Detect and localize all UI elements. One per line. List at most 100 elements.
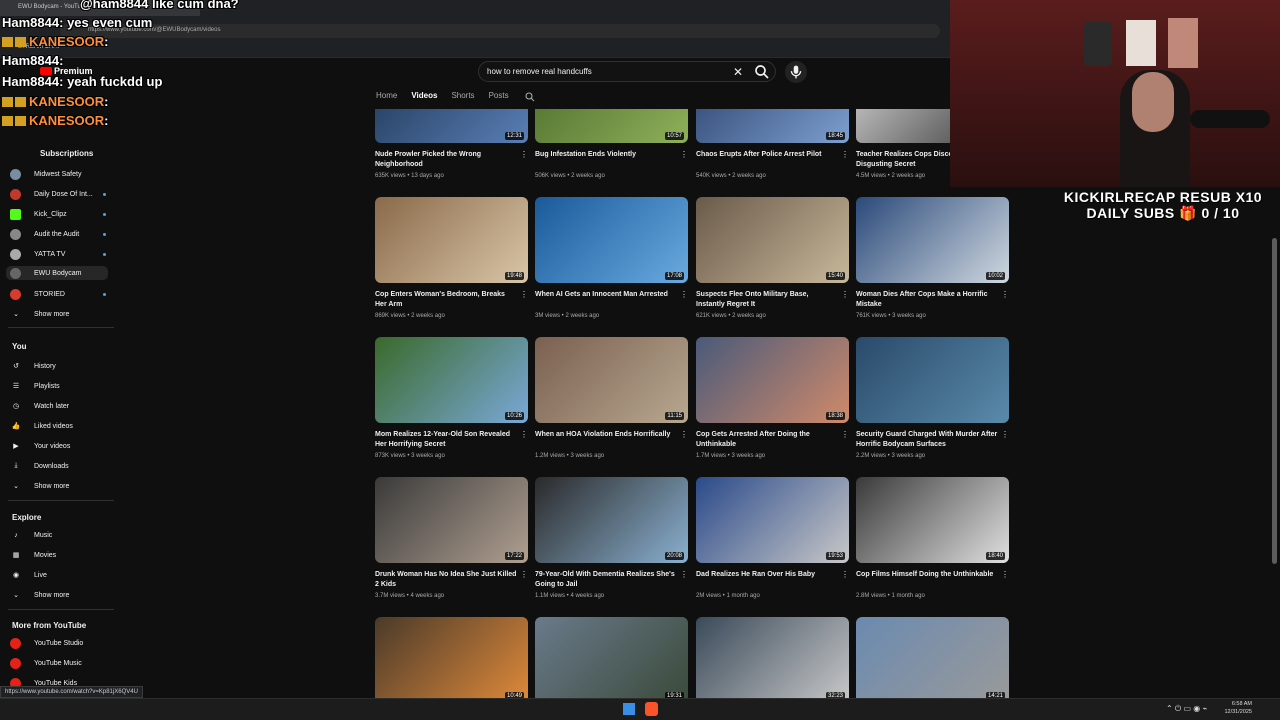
clear-search-icon[interactable]: ✕ xyxy=(733,65,743,79)
video-duration: 17:08 xyxy=(664,272,684,280)
video-title[interactable]: When an HOA Violation Ends Horrifically xyxy=(535,430,677,440)
chat-badges-icon xyxy=(2,116,26,126)
search-input[interactable]: how to remove real handcuffs ✕ xyxy=(478,61,776,82)
more-options-icon[interactable]: ⋮ xyxy=(520,150,528,159)
video-meta: 761K views • 3 weeks ago xyxy=(856,313,926,319)
video-title[interactable]: Mom Realizes 12-Year-Old Son Revealed He… xyxy=(375,430,517,449)
more-options-icon[interactable]: ⋮ xyxy=(680,290,688,299)
video-thumbnail[interactable]: 17:08 xyxy=(535,197,688,283)
voice-search-button[interactable] xyxy=(785,61,807,83)
video-thumbnail[interactable]: 32:23 xyxy=(696,617,849,698)
video-thumbnail[interactable]: 18:40 xyxy=(856,477,1009,563)
tab-shorts[interactable]: Shorts xyxy=(451,91,474,105)
video-thumbnail[interactable] xyxy=(856,337,1009,423)
webcam-feed xyxy=(950,0,1280,187)
video-meta: 869K views • 2 weeks ago xyxy=(375,313,445,319)
video-card[interactable]: 19:53 Dad Realizes He Ran Over His Baby 2M… xyxy=(696,477,849,607)
video-title[interactable]: Cop Enters Woman's Bedroom, Breaks Her A… xyxy=(375,290,517,309)
video-thumbnail[interactable]: 10:49 xyxy=(375,617,528,698)
video-meta: 1.1M views • 4 weeks ago xyxy=(535,593,605,599)
more-options-icon[interactable]: ⋮ xyxy=(520,430,528,439)
video-thumbnail[interactable]: 20:08 xyxy=(535,477,688,563)
video-title[interactable]: Woman Dies After Cops Make a Horrific Mi… xyxy=(856,290,998,309)
video-title[interactable]: Chaos Erupts After Police Arrest Pilot xyxy=(696,150,838,160)
video-card[interactable]: 17:22 Drunk Woman Has No Idea She Just Ki… xyxy=(375,477,528,607)
video-thumbnail[interactable]: 19:31 xyxy=(535,617,688,698)
address-bar[interactable]: https://www.youtube.com/@EWUBodycam/vide… xyxy=(60,24,940,38)
brave-browser-icon[interactable] xyxy=(645,702,658,716)
video-thumbnail[interactable]: 10:26 xyxy=(375,337,528,423)
video-meta: 4.5M views • 2 weeks ago xyxy=(856,173,926,179)
video-title[interactable]: Cop Films Himself Doing the Unthinkable xyxy=(856,570,998,580)
video-duration: 12:31 xyxy=(504,132,524,140)
chat-message: KANESOOR: xyxy=(2,94,108,109)
video-title[interactable]: When AI Gets an Innocent Man Arrested xyxy=(535,290,677,300)
resub-goal-text: KICKIRLRECAP RESUB X10 xyxy=(1063,189,1263,205)
video-card[interactable]: 11:15 When an HOA Violation Ends Horrific… xyxy=(535,337,688,467)
video-thumbnail[interactable]: 11:15 xyxy=(535,337,688,423)
video-thumbnail[interactable]: 17:22 xyxy=(375,477,528,563)
video-card[interactable]: 20:08 79-Year-Old With Dementia Realizes … xyxy=(535,477,688,607)
video-duration: 19:53 xyxy=(825,552,845,560)
taskbar-clock[interactable]: 6:58 AM 12/31/2025 xyxy=(1224,700,1252,716)
system-tray-icon[interactable]: ⌃ ⏻ ▭ ◉ ⌁ xyxy=(1166,704,1207,714)
video-title[interactable]: Nude Prowler Picked the Wrong Neighborho… xyxy=(375,150,517,169)
tab-posts[interactable]: Posts xyxy=(489,91,509,105)
video-card[interactable]: Security Guard Charged With Murder After… xyxy=(856,337,1009,467)
video-card[interactable]: 18:40 Cop Films Himself Doing the Unthink… xyxy=(856,477,1009,607)
video-meta: 635K views • 13 days ago xyxy=(375,173,444,179)
more-options-icon[interactable]: ⋮ xyxy=(841,430,849,439)
search-icon[interactable] xyxy=(753,63,771,81)
page-scrollbar[interactable] xyxy=(1272,238,1277,564)
video-thumbnail[interactable]: 19:53 xyxy=(696,477,849,563)
more-options-icon[interactable]: ⋮ xyxy=(1001,290,1009,299)
video-card[interactable]: 17:08 When AI Gets an Innocent Man Arrest… xyxy=(535,197,688,327)
video-title[interactable]: Cop Gets Arrested After Doing the Unthin… xyxy=(696,430,838,449)
video-title[interactable]: Drunk Woman Has No Idea She Just Killed … xyxy=(375,570,517,589)
video-duration: 10:02 xyxy=(985,272,1005,280)
mic-icon xyxy=(790,65,802,79)
video-title[interactable]: Security Guard Charged With Murder After… xyxy=(856,430,998,449)
more-options-icon[interactable]: ⋮ xyxy=(841,290,849,299)
taskbar: ⌃ ⏻ ▭ ◉ ⌁ xyxy=(0,698,1280,720)
chat-message: @ham8844 like cum dna? xyxy=(80,0,239,11)
more-options-icon[interactable]: ⋮ xyxy=(680,150,688,159)
channel-tabs: Home Videos Shorts Posts xyxy=(376,91,523,105)
video-thumbnail[interactable]: 15:40 xyxy=(696,197,849,283)
video-card[interactable]: 19:48 Cop Enters Woman's Bedroom, Breaks … xyxy=(375,197,528,327)
wall-poster xyxy=(1168,18,1198,68)
video-title[interactable]: 79-Year-Old With Dementia Realizes She's… xyxy=(535,570,677,589)
more-options-icon[interactable]: ⋮ xyxy=(1001,570,1009,579)
windows-start-icon[interactable] xyxy=(623,703,635,715)
chat-message: Ham8844: yeah fuckdd up xyxy=(2,74,163,89)
chat-message: Ham8844: yes even cum xyxy=(2,15,153,30)
more-options-icon[interactable]: ⋮ xyxy=(520,290,528,299)
video-thumbnail[interactable]: 19:48 xyxy=(375,197,528,283)
video-meta: 2M views • 1 month ago xyxy=(696,593,760,599)
bookmarks-bar[interactable]: STREAM CHAT xyxy=(0,40,950,56)
tab-videos[interactable]: Videos xyxy=(411,91,437,105)
video-thumbnail[interactable]: 18:38 xyxy=(696,337,849,423)
video-thumbnail[interactable]: 10:02 xyxy=(856,197,1009,283)
video-title[interactable]: Bug Infestation Ends Violently xyxy=(535,150,677,160)
video-duration: 19:48 xyxy=(504,272,524,280)
more-options-icon[interactable]: ⋮ xyxy=(841,570,849,579)
video-title[interactable]: Dad Realizes He Ran Over His Baby xyxy=(696,570,838,580)
more-options-icon[interactable]: ⋮ xyxy=(680,430,688,439)
more-options-icon[interactable]: ⋮ xyxy=(1001,430,1009,439)
video-card[interactable]: 15:40 Suspects Flee Onto Military Base, I… xyxy=(696,197,849,327)
video-card[interactable]: 18:38 Cop Gets Arrested After Doing the U… xyxy=(696,337,849,467)
channel-search-icon[interactable] xyxy=(524,91,536,103)
more-options-icon[interactable]: ⋮ xyxy=(520,570,528,579)
more-options-icon[interactable]: ⋮ xyxy=(680,570,688,579)
wall-poster xyxy=(1126,20,1156,66)
video-title[interactable]: Suspects Flee Onto Military Base, Instan… xyxy=(696,290,838,309)
video-card[interactable]: 10:02 Woman Dies After Cops Make a Horrif… xyxy=(856,197,1009,327)
video-duration: 11:15 xyxy=(665,412,684,420)
video-card[interactable]: 10:26 Mom Realizes 12-Year-Old Son Reveal… xyxy=(375,337,528,467)
tab-home[interactable]: Home xyxy=(376,91,397,105)
video-meta: 873K views • 3 weeks ago xyxy=(375,453,445,459)
video-thumbnail[interactable]: 14:21 xyxy=(856,617,1009,698)
video-duration: 17:22 xyxy=(504,552,524,560)
more-options-icon[interactable]: ⋮ xyxy=(841,150,849,159)
